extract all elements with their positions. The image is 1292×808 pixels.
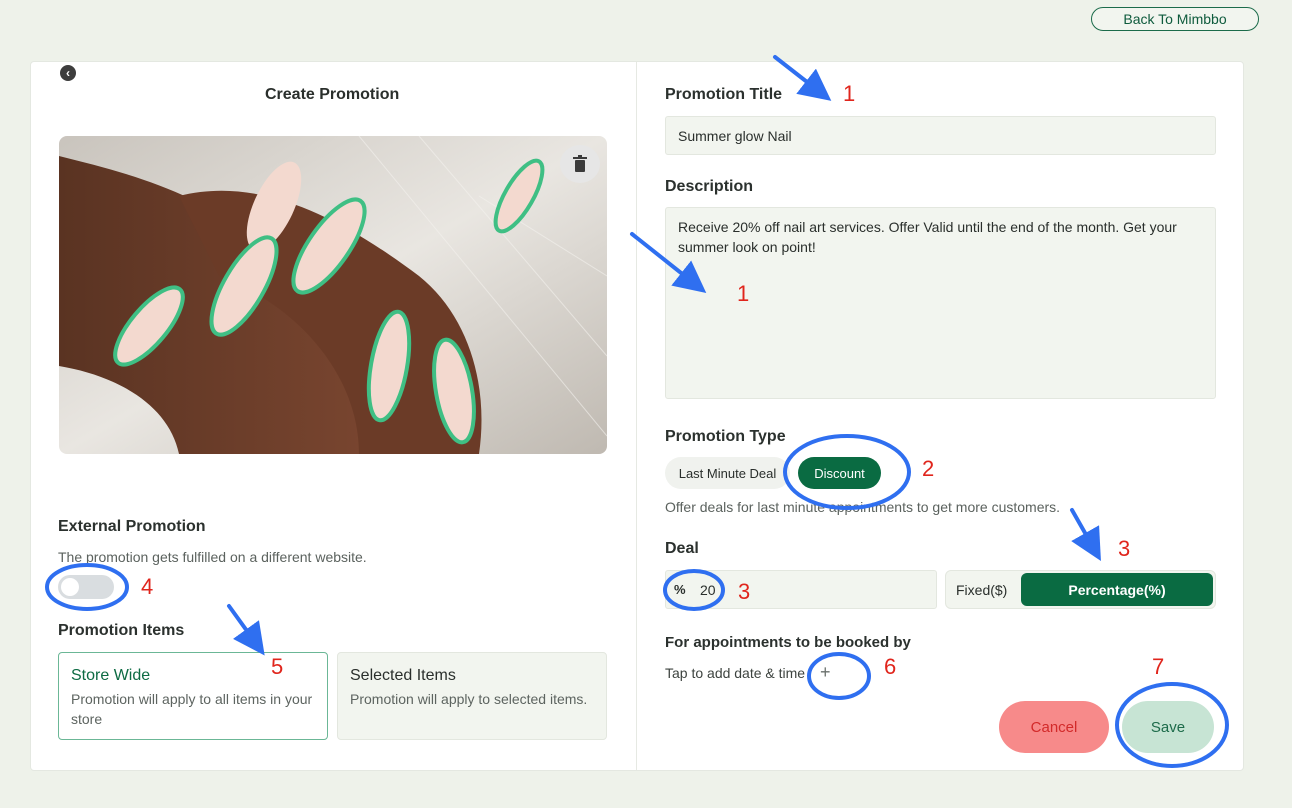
annotation-circle <box>45 563 129 611</box>
annotation-number: 3 <box>1118 536 1131 561</box>
annotation-number: 2 <box>922 456 935 481</box>
annotation-arrow <box>1070 508 1101 561</box>
annotation-number: 4 <box>141 574 154 599</box>
annotation-number: 1 <box>843 81 856 106</box>
annotation-number: 7 <box>1152 654 1165 679</box>
annotation-arrow <box>227 604 265 656</box>
annotation-circle <box>663 569 725 611</box>
annotation-number: 1 <box>737 281 750 306</box>
annotation-number: 3 <box>738 579 751 604</box>
annotation-overlay <box>45 55 1229 768</box>
annotation-circle <box>807 652 871 700</box>
annotation-arrow <box>773 55 832 101</box>
annotation-circle <box>783 434 911 510</box>
annotation-number: 5 <box>271 654 284 679</box>
annotation-arrow <box>630 232 707 293</box>
annotation-number: 6 <box>884 654 897 679</box>
annotation-circle <box>1115 682 1229 768</box>
